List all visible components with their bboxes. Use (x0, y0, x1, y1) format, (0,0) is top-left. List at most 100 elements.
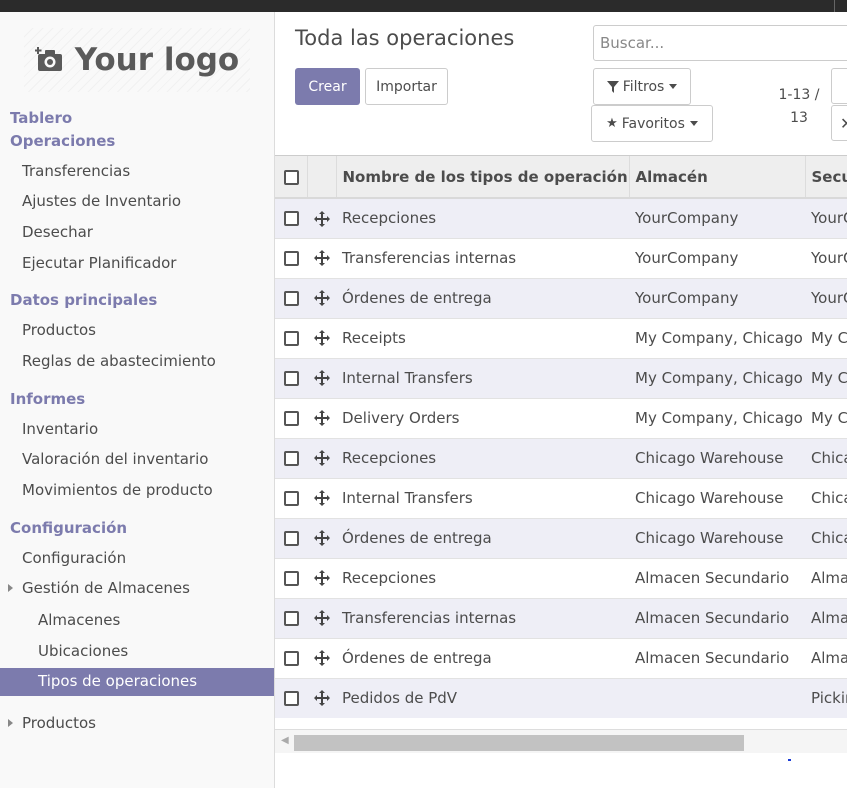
sidebar-item-ubicaciones[interactable]: Ubicaciones (38, 642, 128, 660)
move-handle-icon[interactable] (313, 449, 331, 467)
sidebar-item-movimientos-producto[interactable]: Movimientos de producto (22, 481, 213, 499)
table-row[interactable]: Receipts My Company, Chicago My C (275, 318, 847, 359)
sidebar-header-tablero[interactable]: Tablero (10, 109, 72, 127)
cell-warehouse (629, 678, 805, 718)
search-input[interactable]: Buscar... (593, 25, 847, 61)
table-row[interactable]: Internal Transfers My Company, Chicago My … (275, 358, 847, 399)
row-checkbox[interactable] (284, 371, 299, 386)
row-checkbox[interactable] (284, 491, 299, 506)
row-select-cell (275, 558, 307, 599)
move-handle-icon[interactable] (313, 529, 331, 547)
move-handle-icon[interactable] (313, 689, 331, 707)
row-handle-cell (307, 278, 336, 319)
move-handle-icon[interactable] (313, 649, 331, 667)
cell-sequence: Chica (805, 438, 847, 479)
row-checkbox[interactable] (284, 651, 299, 666)
table-row[interactable]: Transferencias internas Almacen Secundari… (275, 598, 847, 639)
move-handle-icon[interactable] (313, 289, 331, 307)
row-handle-cell (307, 238, 336, 279)
cell-sequence: Alma (805, 598, 847, 639)
pager-total: 13 (790, 110, 808, 126)
cell-sequence: Chica (805, 518, 847, 559)
move-handle-icon[interactable] (313, 409, 331, 427)
move-handle-icon[interactable] (313, 210, 331, 228)
sidebar-item-tipos-operaciones[interactable]: Tipos de operaciones (0, 668, 274, 696)
sidebar-item-configuracion[interactable]: Configuración (22, 549, 126, 567)
top-bar (0, 0, 847, 12)
column-header-name[interactable]: Nombre de los tipos de operación (336, 156, 630, 199)
table-row[interactable]: Transferencias internasYourCompanyYourC (275, 238, 847, 279)
sidebar-item-transferencias[interactable]: Transferencias (22, 162, 130, 180)
cell-sequence: Pickin (805, 678, 847, 718)
pager-value[interactable]: 1-13 / 13 (775, 84, 823, 130)
row-checkbox[interactable] (284, 611, 299, 626)
sidebar-item-gestion-almacenes[interactable]: Gestión de Almacenes (22, 579, 190, 597)
row-handle-cell (307, 638, 336, 679)
move-handle-icon[interactable] (313, 249, 331, 267)
row-select-cell (275, 358, 307, 399)
row-select-cell (275, 678, 307, 718)
move-handle-icon[interactable] (313, 609, 331, 627)
table-body: RecepcionesYourCompanyYourCTransferencia… (275, 198, 847, 718)
horizontal-scrollbar[interactable]: ◀ (275, 729, 847, 753)
move-handle-icon[interactable] (313, 329, 331, 347)
row-checkbox[interactable] (284, 411, 299, 426)
import-button[interactable]: Importar (365, 68, 448, 105)
row-select-cell (275, 398, 307, 439)
scrollbar-thumb[interactable] (294, 735, 744, 751)
cell-warehouse: Chicago Warehouse (629, 438, 805, 479)
row-checkbox[interactable] (284, 451, 299, 466)
table-row[interactable]: Delivery Orders My Company, Chicago My C (275, 398, 847, 439)
cell-sequence: YourC (805, 198, 847, 239)
row-checkbox[interactable] (284, 571, 299, 586)
caret-right-icon[interactable] (8, 719, 13, 727)
row-handle-cell (307, 318, 336, 359)
sidebar-item-ajustes-inventario[interactable]: Ajustes de Inventario (22, 192, 181, 210)
view-switch-button[interactable] (831, 68, 847, 104)
row-checkbox[interactable] (284, 291, 299, 306)
table-row[interactable]: Órdenes de entregaYourCompanyYourC (275, 278, 847, 319)
row-checkbox[interactable] (284, 691, 299, 706)
scroll-left-icon[interactable]: ◀ (281, 735, 289, 746)
row-select-cell (275, 198, 307, 239)
sidebar-item-reglas-abastecimiento[interactable]: Reglas de abastecimiento (22, 352, 216, 370)
sidebar-item-almacenes[interactable]: Almacenes (38, 611, 120, 629)
table-row[interactable]: Pedidos de PdV Pickin (275, 678, 847, 718)
row-checkbox[interactable] (284, 331, 299, 346)
sidebar-item-desechar[interactable]: Desechar (22, 223, 93, 241)
move-handle-icon[interactable] (313, 489, 331, 507)
table-row[interactable]: RecepcionesYourCompanyYourC (275, 198, 847, 239)
cell-name: Órdenes de entrega (336, 278, 629, 319)
sidebar-item-valoracion-inventario[interactable]: Valoración del inventario (22, 450, 208, 468)
company-logo[interactable]: Your logo (24, 28, 250, 92)
filters-button[interactable]: Filtros (593, 68, 691, 105)
caret-right-icon[interactable] (8, 584, 13, 592)
table-row[interactable]: Internal TransfersChicago WarehouseChica (275, 478, 847, 519)
favorites-button[interactable]: ★ Favoritos (591, 105, 713, 142)
table-row[interactable]: Órdenes de entregaChicago WarehouseChica (275, 518, 847, 559)
cell-name: Recepciones (336, 198, 629, 239)
create-button[interactable]: Crear (295, 68, 360, 105)
row-checkbox[interactable] (284, 211, 299, 227)
table-row[interactable]: RecepcionesChicago WarehouseChica (275, 438, 847, 479)
sidebar-item-productos[interactable]: Productos (22, 321, 96, 339)
move-handle-icon[interactable] (313, 569, 331, 587)
column-header-sequence[interactable]: Secu (805, 156, 847, 199)
sidebar-item-ejecutar-planificador[interactable]: Ejecutar Planificador (22, 254, 176, 272)
select-all-checkbox[interactable] (284, 169, 299, 185)
sidebar-header-operaciones[interactable]: Operaciones (10, 132, 115, 150)
row-checkbox[interactable] (284, 531, 299, 546)
sidebar-item-inventario[interactable]: Inventario (22, 420, 98, 438)
cell-sequence: Alma (805, 638, 847, 679)
row-checkbox[interactable] (284, 251, 299, 266)
top-bar-divider (834, 0, 835, 12)
move-handle-icon[interactable] (313, 369, 331, 387)
close-button[interactable]: ✕ (831, 105, 847, 141)
row-select-cell (275, 638, 307, 679)
sidebar-item-productos-config[interactable]: Productos (22, 714, 96, 732)
row-select-cell (275, 278, 307, 319)
column-header-warehouse[interactable]: Almacén (629, 156, 806, 199)
cell-warehouse: My Company, Chicago (629, 358, 805, 399)
table-row[interactable]: Órdenes de entrega Almacen Secundario Alma (275, 638, 847, 679)
table-row[interactable]: Recepciones Almacen Secundario Alma (275, 558, 847, 599)
